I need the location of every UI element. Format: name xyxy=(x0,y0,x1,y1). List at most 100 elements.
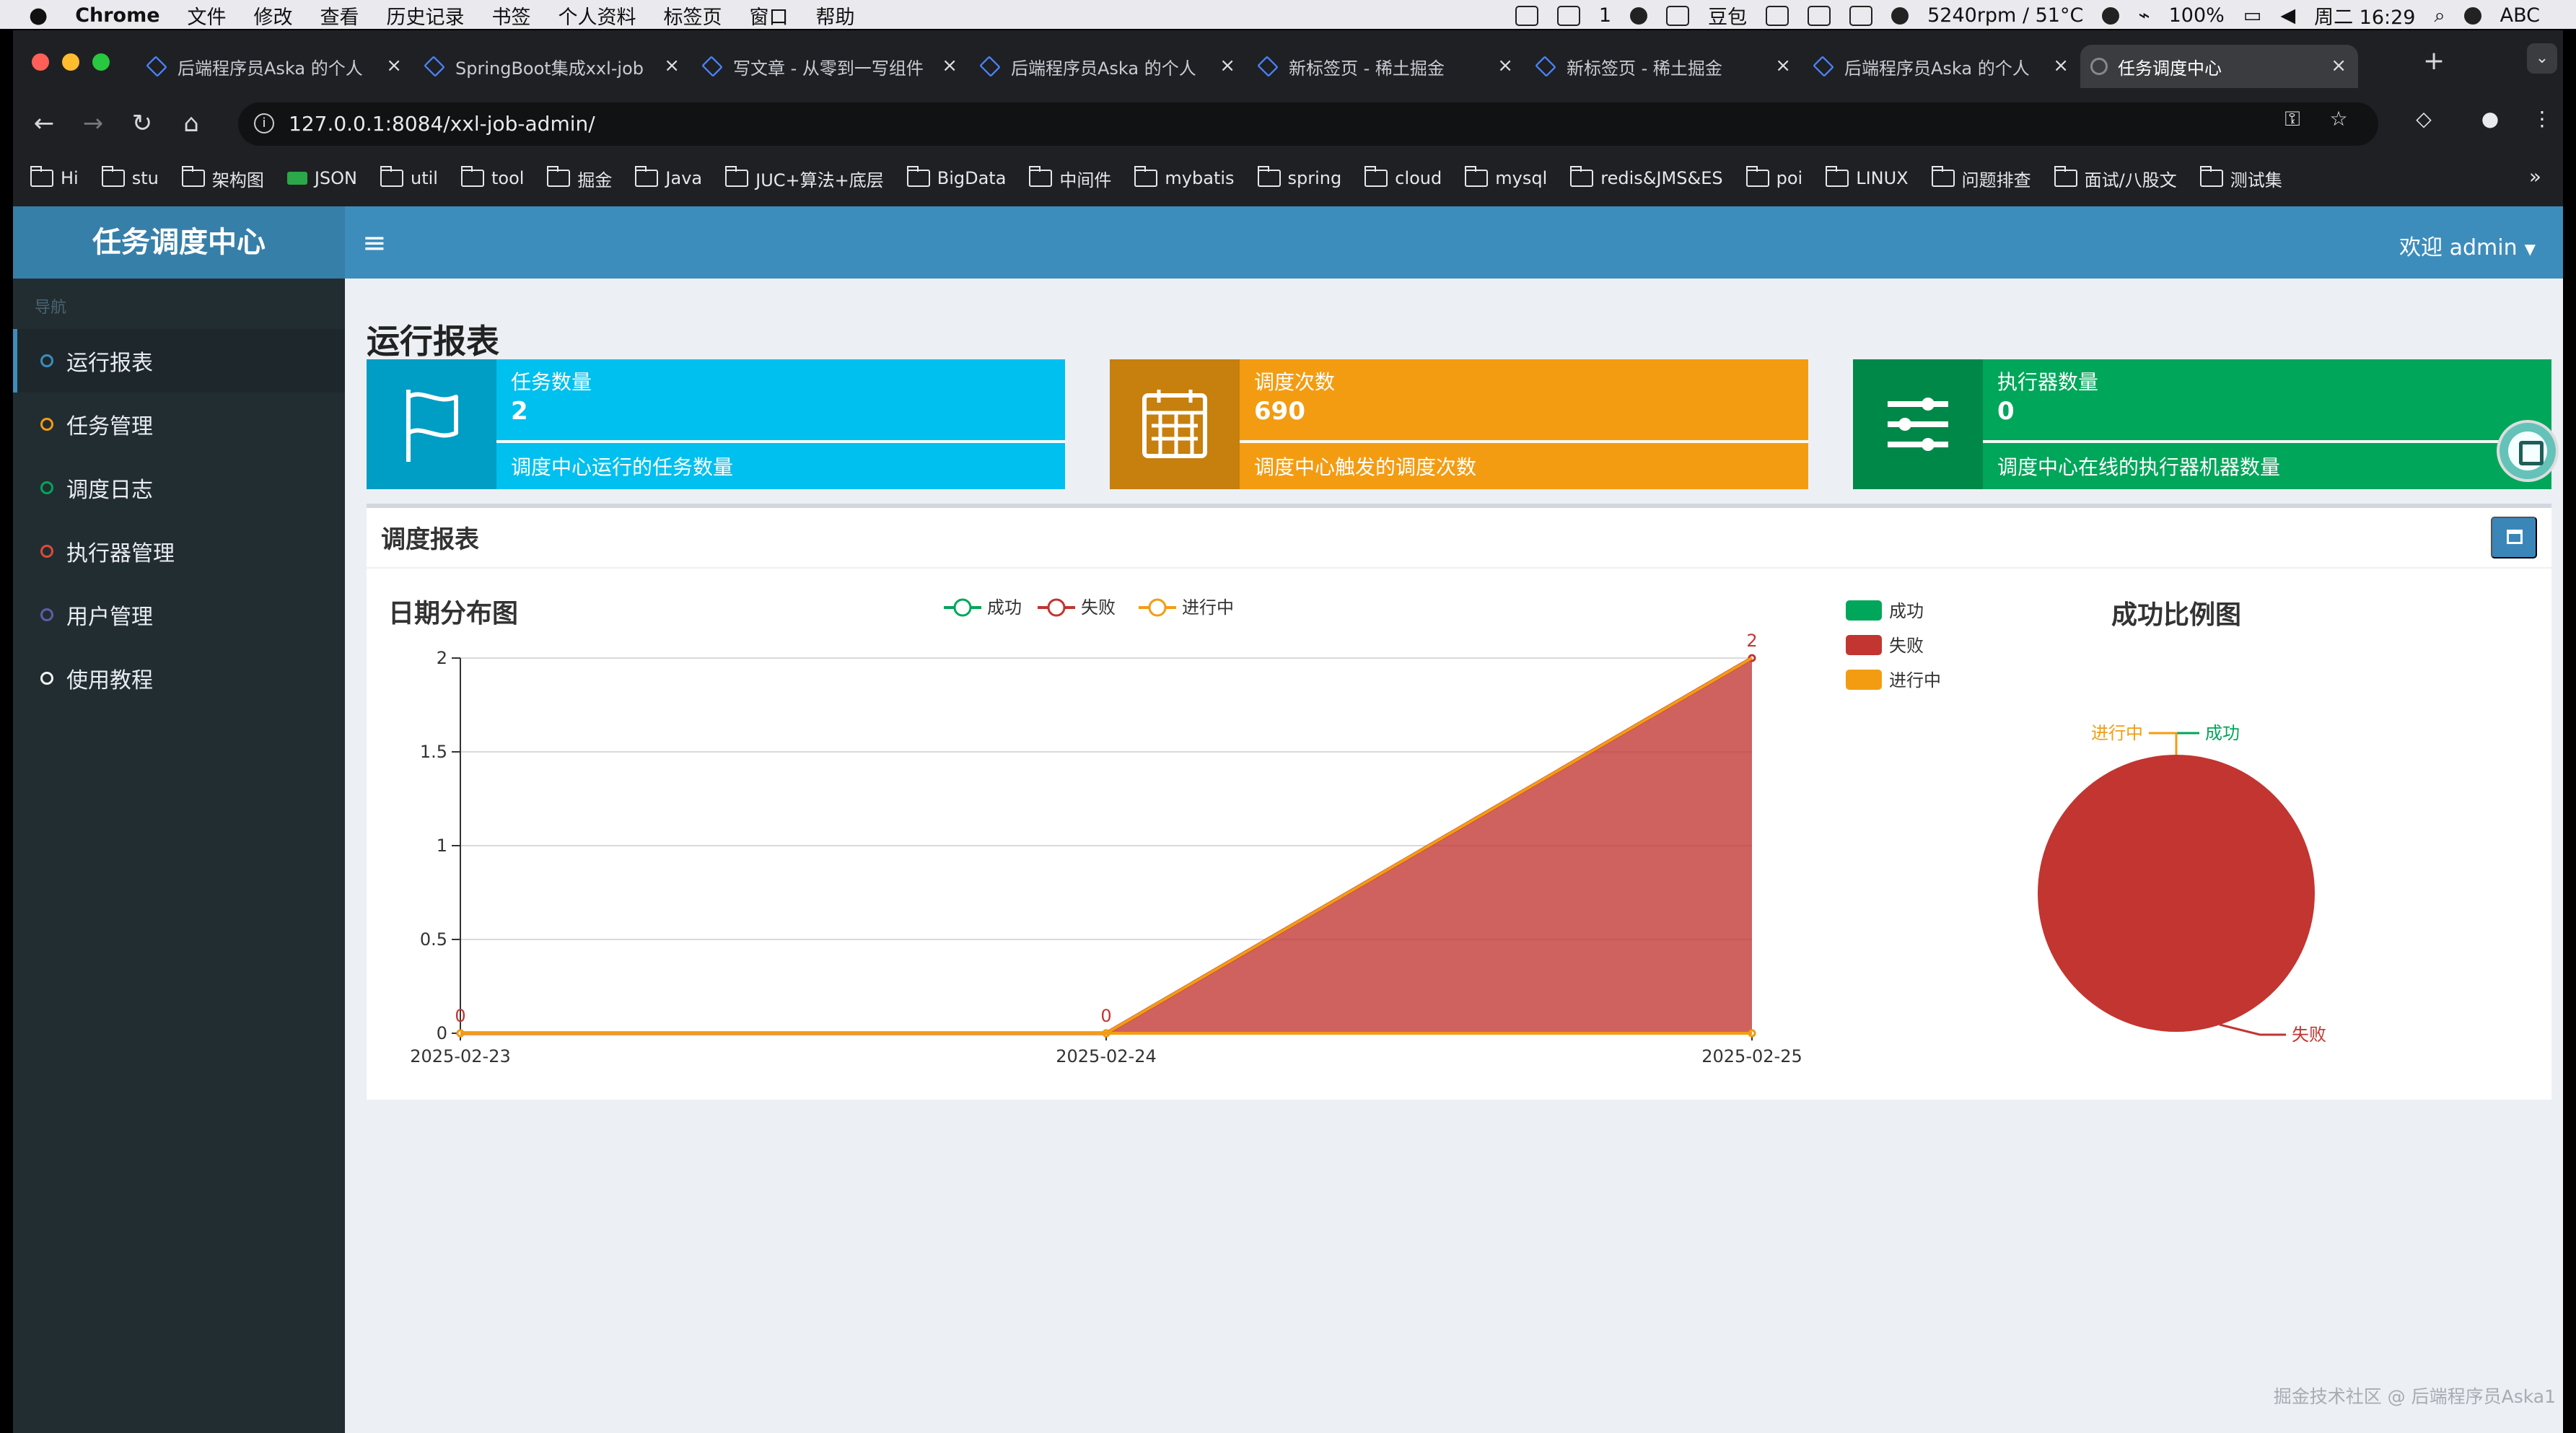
record-icon[interactable] xyxy=(1630,6,1648,25)
browser-tab[interactable]: 后端程序员Aska 的个人 × xyxy=(969,45,1247,88)
url-text[interactable]: 127.0.0.1:8084/xxl-job-admin/ xyxy=(289,112,595,136)
sidebar-item-executor-management[interactable]: 执行器管理 xyxy=(13,520,345,583)
bookmark-folder[interactable]: 面试/八股文 xyxy=(2054,166,2177,191)
browser-tab[interactable]: 新标签页 - 稀土掘金 × xyxy=(1247,45,1525,88)
bookmark-folder[interactable]: poi xyxy=(1745,166,1802,188)
menu-window[interactable]: 窗口 xyxy=(750,1,789,30)
line-legend-item[interactable]: 成功 xyxy=(944,597,1022,618)
extensions-icon[interactable]: ◇ xyxy=(2407,102,2440,136)
bookmark-json[interactable]: JSON xyxy=(286,168,357,188)
close-window-button[interactable] xyxy=(32,53,49,71)
wechat-icon[interactable] xyxy=(1891,6,1909,25)
bookmark-folder[interactable]: 中间件 xyxy=(1029,166,1111,191)
close-tab-icon[interactable]: × xyxy=(1497,55,1513,76)
active-browser-tab[interactable]: 任务调度中心 × xyxy=(2080,45,2358,88)
status-count[interactable]: 1 xyxy=(1599,4,1611,27)
pie-legend-item[interactable]: 进行中 xyxy=(1846,670,1941,691)
close-tab-icon[interactable]: × xyxy=(2053,55,2069,76)
bridge-icon[interactable] xyxy=(1766,5,1789,26)
bookmark-folder[interactable]: mysql xyxy=(1465,166,1547,188)
close-tab-icon[interactable]: × xyxy=(1219,55,1235,76)
menu-file[interactable]: 文件 xyxy=(188,1,227,30)
floating-assistant-icon[interactable] xyxy=(2497,420,2559,482)
app-menu-chrome[interactable]: Chrome xyxy=(75,4,159,27)
doubao-status[interactable]: 豆包 xyxy=(1708,1,1747,30)
close-tab-icon[interactable]: × xyxy=(942,55,958,76)
date-range-button[interactable] xyxy=(2491,517,2537,558)
bookmark-folder[interactable]: util xyxy=(380,166,438,188)
close-tab-icon[interactable]: × xyxy=(386,55,402,76)
sidebar-item-task-management[interactable]: 任务管理 xyxy=(13,393,345,456)
close-tab-icon[interactable]: × xyxy=(1775,55,1791,76)
bookmark-folder[interactable]: cloud xyxy=(1364,166,1442,188)
browser-tab[interactable]: SpringBoot集成xxl-job × xyxy=(413,45,691,88)
back-icon[interactable]: ← xyxy=(26,105,62,141)
line-legend-item[interactable]: 失败 xyxy=(1038,597,1116,618)
status-app-icon[interactable] xyxy=(1515,5,1538,26)
battery-status[interactable]: 100% xyxy=(2169,4,2225,27)
search-icon[interactable]: ⌕ xyxy=(2435,4,2445,27)
menu-bookmarks[interactable]: 书签 xyxy=(492,1,531,30)
reload-icon[interactable]: ↻ xyxy=(124,105,160,141)
browser-tab[interactable]: 后端程序员Aska 的个人 × xyxy=(136,45,413,88)
bookmark-folder[interactable]: 问题排查 xyxy=(1931,166,2031,191)
zoom-window-button[interactable] xyxy=(92,53,110,71)
word-icon[interactable] xyxy=(1849,5,1873,26)
bookmark-folder[interactable]: JUC+算法+底层 xyxy=(725,166,884,191)
bookmark-folder[interactable]: Hi xyxy=(30,166,79,188)
bookmark-folder[interactable]: LINUX xyxy=(1826,166,1909,188)
bookmark-folder[interactable]: Java xyxy=(635,166,702,188)
tab-search-icon[interactable]: ⌄ xyxy=(2527,43,2557,74)
sidebar-item-run-report[interactable]: 运行报表 xyxy=(13,329,345,393)
bookmark-folder[interactable]: tool xyxy=(460,166,524,188)
wifi-icon[interactable]: ⌁ xyxy=(2138,4,2150,27)
apple-icon[interactable]: ● xyxy=(29,3,48,28)
sidebar-item-tutorial[interactable]: 使用教程 xyxy=(13,647,345,710)
status-note-icon[interactable] xyxy=(1556,5,1580,26)
menu-tabs[interactable]: 标签页 xyxy=(664,1,722,30)
brand-logo[interactable]: 任务调度中心 xyxy=(13,206,345,279)
volume-icon[interactable]: ◀ xyxy=(2280,4,2295,27)
menu-app-icon[interactable] xyxy=(2102,6,2120,25)
new-tab-icon[interactable]: + xyxy=(2423,46,2445,76)
menu-view[interactable]: 查看 xyxy=(320,1,359,30)
bookmark-folder[interactable]: spring xyxy=(1257,166,1341,188)
browser-tab[interactable]: 新标签页 - 稀土掘金 × xyxy=(1525,45,1802,88)
home-icon[interactable]: ⌂ xyxy=(173,105,209,141)
sidebar-item-schedule-log[interactable]: 调度日志 xyxy=(13,456,345,520)
siri-icon[interactable] xyxy=(2463,6,2481,25)
more-bookmarks-icon[interactable]: » xyxy=(2529,165,2541,188)
bookmark-folder[interactable]: stu xyxy=(101,166,159,188)
profile-icon[interactable]: ● xyxy=(2474,102,2507,136)
menu-edit[interactable]: 修改 xyxy=(254,1,293,30)
bookmark-folder[interactable]: mybatis xyxy=(1134,166,1235,188)
close-tab-icon[interactable]: × xyxy=(2331,55,2347,76)
menu-help[interactable]: 帮助 xyxy=(816,1,855,30)
clock[interactable]: 周二 16:29 xyxy=(2314,1,2415,30)
cloud-icon[interactable] xyxy=(1808,5,1831,26)
bookmark-folder[interactable]: redis&JMS&ES xyxy=(1570,166,1723,188)
bookmark-folder[interactable]: 测试集 xyxy=(2199,166,2282,191)
pie-slice[interactable] xyxy=(2038,755,2315,1032)
assistant-icon[interactable] xyxy=(1666,5,1690,26)
input-source[interactable]: ABC xyxy=(2500,4,2540,27)
address-bar[interactable]: i 127.0.0.1:8084/xxl-job-admin/ xyxy=(238,102,2378,146)
line-legend-item[interactable]: 进行中 xyxy=(1139,597,1234,618)
user-menu-dropdown[interactable]: 欢迎 admin ▼ xyxy=(2399,229,2536,261)
forward-icon[interactable]: → xyxy=(75,105,111,141)
site-info-icon[interactable]: i xyxy=(254,113,274,133)
more-menu-icon[interactable]: ⋮ xyxy=(2525,102,2559,136)
password-key-icon[interactable]: ⚿ xyxy=(2276,102,2309,136)
browser-tab[interactable]: 写文章 - 从零到一写组件 × xyxy=(691,45,969,88)
browser-tab[interactable]: 后端程序员Aska 的个人 × xyxy=(1802,45,2080,88)
bookmark-folder[interactable]: BigData xyxy=(906,166,1006,188)
menu-profile[interactable]: 个人资料 xyxy=(558,1,636,30)
sidebar-item-user-management[interactable]: 用户管理 xyxy=(13,583,345,647)
menu-history[interactable]: 历史记录 xyxy=(387,1,465,30)
minimize-window-button[interactable] xyxy=(62,53,79,71)
bookmark-star-icon[interactable]: ☆ xyxy=(2322,102,2355,136)
close-tab-icon[interactable]: × xyxy=(664,55,680,76)
bookmark-folder[interactable]: 架构图 xyxy=(181,166,264,191)
bookmark-folder[interactable]: 掘金 xyxy=(547,166,612,191)
pie-legend-item[interactable]: 失败 xyxy=(1846,635,1924,656)
